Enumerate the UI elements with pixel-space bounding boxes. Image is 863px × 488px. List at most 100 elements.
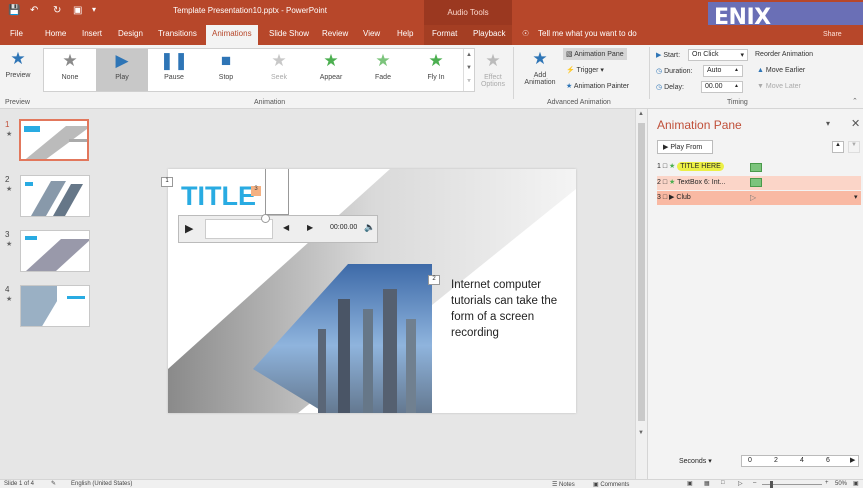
audio-player-bar[interactable]: ▶ ◀ ▶ 00:00.00 🔈	[178, 215, 378, 243]
audio-back-icon[interactable]: ◀	[283, 223, 289, 232]
collapse-ribbon-icon[interactable]: ⌃	[852, 97, 858, 105]
slide-thumbnail-4[interactable]	[20, 285, 90, 327]
canvas-scrollbar[interactable]: ▲ ▼	[635, 109, 647, 479]
slide-thumbnails-panel: 1 ★ 2 ★ 3 ★ 4 ★	[0, 109, 105, 479]
item-dropdown-icon[interactable]: ▾	[854, 193, 858, 201]
zoom-in-icon[interactable]: +	[825, 480, 829, 486]
group-timing: Timing	[727, 99, 748, 106]
slide-title[interactable]: TITLE	[181, 181, 256, 212]
normal-view-icon[interactable]: ▣	[687, 480, 693, 487]
list-item[interactable]: 1 □ ★ TITLE HERE	[657, 162, 861, 175]
effect-options-button[interactable]: ★ Effect Options	[478, 51, 508, 88]
slideshow-view-icon[interactable]: ▷	[738, 480, 743, 487]
item-label: Club	[676, 194, 691, 201]
appear-star-icon: ★	[323, 51, 339, 70]
effect-fly-in[interactable]: ★ Fly In	[410, 51, 462, 81]
slide-body-text[interactable]: Internet computer tutorials can take the…	[451, 277, 566, 341]
entrance-star-icon: ★	[669, 179, 676, 186]
animation-tag: 3	[251, 186, 261, 196]
slide-1[interactable]: TITLE HERE Internet computer tutorials c…	[168, 169, 576, 413]
effect-fade[interactable]: ★ Fade	[357, 51, 409, 81]
tell-me-box[interactable]: Tell me what you want to do	[538, 29, 637, 38]
tab-design[interactable]: Design	[118, 29, 143, 38]
spellcheck-icon[interactable]: ✎	[51, 480, 56, 487]
play-trigger-icon: ▶	[669, 194, 675, 201]
effect-play[interactable]: ▶ Play	[96, 49, 148, 91]
tab-playback[interactable]: Playback	[473, 29, 505, 38]
thumbnail-art	[25, 236, 89, 271]
slide-thumbnail-2[interactable]	[20, 175, 90, 217]
move-later-button[interactable]: ▼ Move Later	[757, 83, 801, 90]
animation-star-icon: ★	[6, 241, 13, 248]
gallery-scroll[interactable]: ▲ ▼ ▿	[463, 49, 474, 91]
slide-thumbnail-3[interactable]	[20, 230, 90, 272]
tab-transitions[interactable]: Transitions	[158, 29, 197, 38]
scroll-right-icon[interactable]: ▶	[850, 456, 855, 464]
delay-field[interactable]: 00.00 ▲	[701, 81, 743, 93]
start-dropdown[interactable]: On Click ▾	[688, 49, 748, 61]
status-bar: Slide 1 of 4 ✎ English (United States) ☰…	[0, 479, 863, 488]
animation-pane-button[interactable]: ▧ Animation Pane	[563, 48, 627, 60]
scroll-up-icon[interactable]: ▲	[638, 111, 644, 117]
tab-review[interactable]: Review	[322, 29, 348, 38]
language[interactable]: English (United States)	[71, 481, 132, 487]
scroll-down-icon[interactable]: ▼	[638, 430, 644, 436]
move-up-icon[interactable]: ▲	[832, 141, 844, 153]
effect-seek[interactable]: ★ Seek	[253, 51, 305, 81]
slide-thumbnail-1[interactable]	[19, 119, 89, 161]
zoom-thumb[interactable]	[770, 481, 773, 488]
zoom-out-icon[interactable]: –	[753, 480, 756, 486]
slide-number: 4	[5, 285, 10, 294]
trigger-button[interactable]: ⚡ Trigger ▾	[566, 66, 604, 74]
animation-tag: 1	[161, 177, 173, 187]
animation-star-icon: ★	[6, 296, 13, 303]
comments-button[interactable]: ▣ Comments	[593, 481, 629, 488]
volume-icon[interactable]: 🔈	[364, 222, 375, 233]
audio-forward-icon[interactable]: ▶	[307, 223, 313, 232]
sorter-view-icon[interactable]: ▦	[704, 480, 710, 487]
add-animation-button[interactable]: ★ Add Animation	[518, 49, 562, 86]
rotate-handle-icon[interactable]: ↻	[274, 169, 283, 172]
mouse-icon: □	[662, 163, 668, 170]
fly-in-star-icon: ★	[428, 51, 444, 70]
timeline-scale[interactable]: 0 2 4 6 ▶	[741, 455, 859, 467]
pane-options-icon[interactable]: ▾	[826, 119, 830, 128]
tab-slide-show[interactable]: Slide Show	[269, 29, 309, 38]
tab-insert[interactable]: Insert	[82, 29, 102, 38]
star-icon: ★	[62, 51, 78, 70]
effect-stop[interactable]: ■ Stop	[200, 51, 252, 81]
share-button[interactable]: Share	[823, 31, 842, 38]
list-item[interactable]: 2 □ ★ TextBox 6: Int...	[657, 176, 861, 190]
audio-tools-label: Audio Tools	[424, 0, 512, 25]
close-icon[interactable]: ✕	[851, 117, 860, 130]
tab-view[interactable]: View	[363, 29, 380, 38]
play-from-button[interactable]: ▶ Play From	[657, 140, 713, 154]
selection-box	[265, 169, 289, 215]
fit-slide-icon[interactable]: ▣	[853, 480, 859, 487]
effect-appear[interactable]: ★ Appear	[305, 51, 357, 81]
tab-home[interactable]: Home	[45, 29, 66, 38]
move-earlier-button[interactable]: ▲ Move Earlier	[757, 67, 805, 74]
seconds-dropdown[interactable]: Seconds ▾	[679, 457, 712, 465]
tab-animations[interactable]: Animations	[206, 25, 258, 45]
effect-pause[interactable]: ❚❚ Pause	[148, 51, 200, 81]
audio-play-icon[interactable]: ▶	[185, 222, 193, 235]
duration-field[interactable]: Auto ▲	[703, 65, 743, 77]
zoom-level[interactable]: 50%	[835, 481, 847, 487]
animation-painter-button[interactable]: ★ Animation Painter	[566, 82, 629, 90]
tab-help[interactable]: Help	[397, 29, 413, 38]
effect-none[interactable]: ★ None	[44, 51, 96, 81]
resize-handle[interactable]	[261, 214, 270, 223]
delay-label: ◷ Delay:	[656, 84, 684, 91]
preview-button[interactable]: ★ Preview	[4, 49, 32, 79]
list-item[interactable]: 3 □ ▶ Club ▷ ▾	[657, 191, 861, 205]
reading-view-icon[interactable]: □	[721, 480, 725, 486]
duration-label: ◷ Duration:	[656, 68, 693, 75]
start-label: ▶ Start:	[656, 52, 681, 59]
effect-options-icon: ★	[485, 51, 501, 70]
move-down-icon[interactable]: ▼	[848, 141, 860, 153]
scroll-thumb[interactable]	[638, 123, 645, 421]
notes-button[interactable]: ☰ Notes	[552, 481, 575, 488]
tab-format[interactable]: Format	[432, 29, 457, 38]
tab-file[interactable]: File	[10, 29, 23, 38]
